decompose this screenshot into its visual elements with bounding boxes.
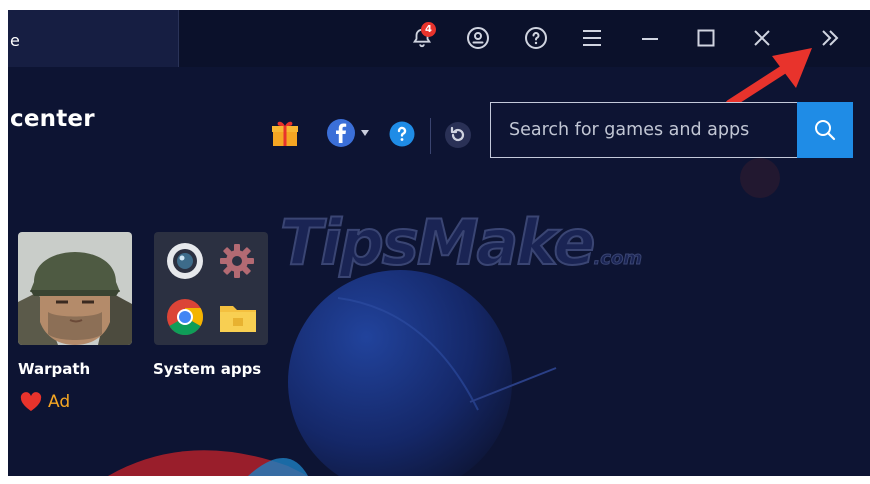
notification-badge: 4 — [421, 22, 436, 37]
app-window: e 4 center Search for games and apps Tip… — [8, 10, 870, 476]
account-button[interactable] — [462, 22, 494, 54]
double-chevron-right-icon — [822, 30, 839, 46]
caret-down-icon — [361, 130, 369, 136]
ad-label: Ad — [48, 392, 71, 412]
expand-sidebar-button[interactable] — [814, 22, 846, 54]
help-badge-icon[interactable] — [389, 121, 415, 147]
gift-icon[interactable] — [270, 118, 300, 148]
chrome-icon — [167, 299, 204, 336]
page-title: center — [10, 106, 95, 132]
user-circle-icon — [467, 27, 489, 49]
search-box — [490, 102, 853, 158]
tab-label: e — [10, 31, 20, 50]
app-label-system-apps: System apps — [153, 360, 262, 378]
minimize-button[interactable] — [634, 22, 666, 54]
maximize-button[interactable] — [690, 22, 722, 54]
ad-badge: Ad — [20, 392, 70, 412]
notifications-button[interactable]: 4 — [406, 22, 438, 54]
search-input[interactable] — [491, 103, 791, 157]
help-button[interactable] — [520, 22, 552, 54]
warpath-thumbnail — [18, 232, 132, 345]
minimize-icon — [642, 38, 658, 40]
folder-icon — [220, 306, 256, 332]
app-tile-warpath[interactable] — [18, 232, 132, 345]
heart-icon — [20, 392, 42, 411]
facebook-button[interactable] — [326, 118, 370, 148]
search-icon — [815, 120, 836, 141]
maximize-icon — [697, 29, 715, 47]
app-label-warpath: Warpath — [18, 360, 91, 378]
app-tile-system-apps[interactable] — [154, 232, 268, 345]
question-circle-icon — [525, 27, 547, 49]
watermark: TipsMake.com — [279, 205, 643, 280]
settings-gear-icon — [220, 244, 254, 278]
menu-button[interactable] — [576, 22, 608, 54]
camera-icon — [167, 243, 203, 279]
header-divider — [430, 118, 431, 154]
app-tab[interactable]: e — [8, 10, 179, 67]
hamburger-icon — [583, 30, 601, 46]
refresh-icon[interactable] — [444, 121, 472, 149]
search-button[interactable] — [797, 102, 853, 158]
facebook-icon — [327, 119, 355, 147]
